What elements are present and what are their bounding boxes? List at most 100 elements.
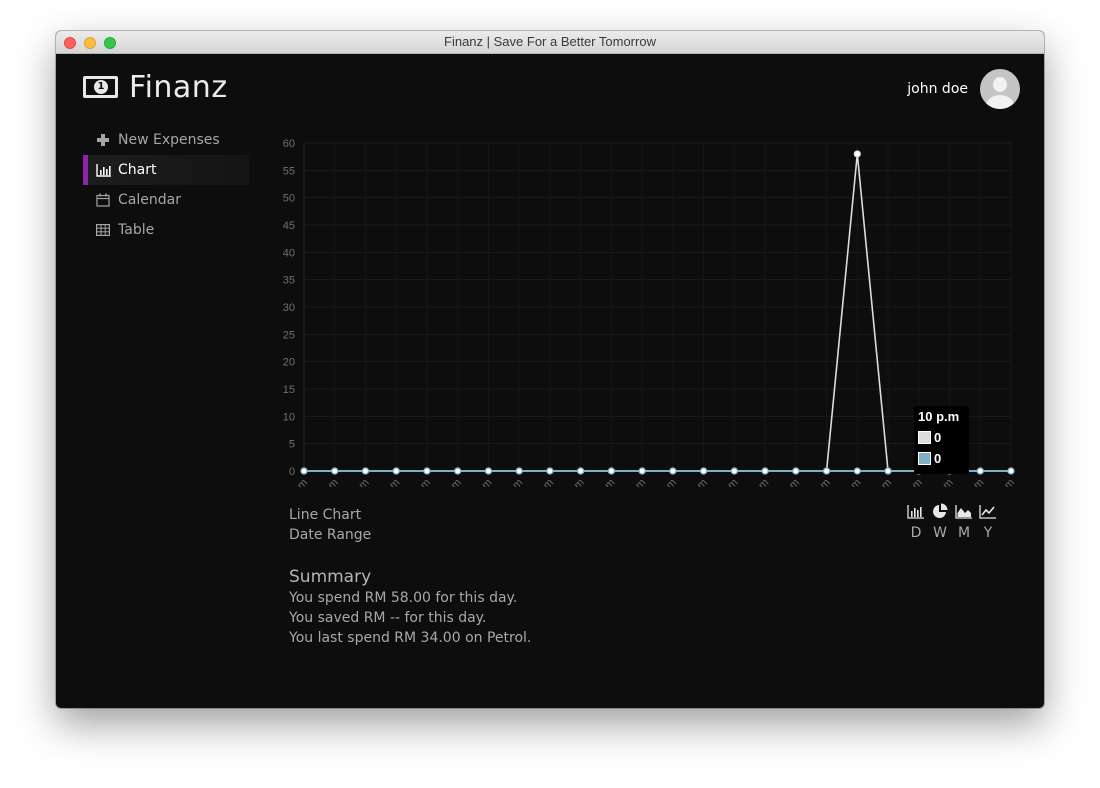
sidebar-item-chart[interactable]: Chart (83, 155, 249, 185)
sidebar: New Expenses Chart Calendar Table (83, 125, 249, 245)
y-tick-label: 45 (283, 220, 295, 232)
data-point (577, 467, 585, 475)
data-point (546, 467, 554, 475)
data-point (761, 467, 769, 475)
data-point (638, 467, 646, 475)
app-name: Finanz (129, 69, 228, 105)
summary-spend: You spend RM 58.00 for this day. (289, 590, 518, 606)
x-tick-label: 4 a.m (405, 477, 433, 487)
minimize-window-button[interactable] (84, 37, 96, 49)
chart-info: Line Chart Date Range (289, 505, 371, 545)
tooltip-value: 0 (934, 451, 942, 466)
x-tick-label: 1 a.m (313, 477, 341, 487)
data-point (1007, 467, 1015, 475)
x-tick-label: 5 p.m (805, 477, 833, 487)
data-point (792, 467, 800, 475)
app-window: Finanz | Save For a Better Tomorrow 1 Fi… (56, 31, 1044, 708)
x-tick-label: 8 a.m (528, 477, 556, 487)
sidebar-item-new-expenses[interactable]: New Expenses (83, 125, 249, 155)
range-day-button[interactable]: D (904, 525, 928, 541)
data-point (884, 467, 892, 475)
x-tick-label: 6 p.m (835, 477, 863, 487)
data-point (853, 150, 861, 158)
area-chart-icon[interactable] (952, 502, 976, 520)
x-tick-label: 9 a.m (559, 477, 587, 487)
sidebar-item-table[interactable]: Table (83, 215, 249, 245)
x-tick-label: 9 p.m (928, 477, 956, 487)
bar-chart-icon[interactable] (904, 502, 928, 520)
calendar-icon (96, 193, 110, 207)
maximize-window-button[interactable] (104, 37, 116, 49)
x-tick-label: 4 p.m (774, 477, 802, 487)
x-tick-label: 2 a.m (344, 477, 372, 487)
y-tick-label: 55 (283, 165, 295, 177)
tooltip-swatch (918, 452, 931, 465)
avatar[interactable] (980, 69, 1020, 109)
date-range-label: Date Range (289, 527, 372, 543)
x-tick-label: 1 p.m (682, 477, 710, 487)
table-icon (96, 223, 111, 237)
range-year-button[interactable]: Y (976, 525, 1000, 541)
x-tick-label: 10 p.m (954, 477, 986, 487)
x-tick-label: 10 a.m (585, 477, 617, 487)
tooltip-row: 0 (918, 427, 965, 448)
bar-chart-icon (96, 163, 111, 177)
x-tick-label: 2 p.m (713, 477, 741, 487)
user-menu[interactable]: john doe (907, 69, 1020, 109)
sidebar-item-label: Calendar (118, 192, 181, 208)
data-point (730, 467, 738, 475)
data-point (976, 467, 984, 475)
x-tick-label: 3 a.m (374, 477, 402, 487)
title-bar: Finanz | Save For a Better Tomorrow (56, 31, 1044, 54)
y-tick-label: 40 (283, 247, 295, 259)
chart-type-selector (904, 502, 1000, 520)
tooltip-value: 0 (934, 430, 942, 445)
chart-type-label: Line Chart (289, 507, 362, 523)
x-tick-label: 3 p.m (743, 477, 771, 487)
x-tick-label: 11 p.m (985, 477, 1017, 487)
data-point (331, 467, 339, 475)
sidebar-item-label: New Expenses (118, 132, 220, 148)
data-point (392, 467, 400, 475)
range-month-button[interactable]: M (952, 525, 976, 541)
x-tick-label: 11 a.m (617, 477, 649, 487)
x-tick-label: 5 a.m (436, 477, 464, 487)
money-bill-icon: 1 (83, 76, 118, 98)
pie-chart-icon[interactable] (928, 502, 952, 520)
sidebar-item-label: Chart (118, 162, 157, 178)
plus-icon (96, 133, 110, 147)
data-point (300, 467, 308, 475)
y-tick-label: 5 (289, 439, 295, 451)
data-point (607, 467, 615, 475)
chart-tooltip: 10 p.m 0 0 (914, 406, 969, 474)
tooltip-row: 0 (918, 448, 965, 469)
y-tick-label: 10 (283, 411, 295, 423)
y-tick-label: 15 (283, 384, 295, 396)
data-point (700, 467, 708, 475)
x-tick-label: 12 p.m (647, 477, 679, 487)
x-tick-label: 6 a.m (467, 477, 495, 487)
y-tick-label: 0 (289, 466, 295, 478)
summary-saved: You saved RM -- for this day. (289, 610, 487, 626)
data-point (853, 467, 861, 475)
range-week-button[interactable]: W (928, 525, 952, 541)
summary-last-spend: You last spend RM 34.00 on Petrol. (289, 630, 532, 646)
x-tick-label: 12 a.m (278, 477, 310, 487)
y-tick-label: 60 (283, 138, 295, 150)
sidebar-item-calendar[interactable]: Calendar (83, 185, 249, 215)
data-point (669, 467, 677, 475)
data-point (515, 467, 523, 475)
close-window-button[interactable] (64, 37, 76, 49)
expense-line-chart[interactable]: 0 5 10 15 20 25 30 35 40 45 50 55 60 12 a.m1 a.m2 a.m… (278, 127, 1022, 487)
data-point (822, 467, 831, 475)
data-point (484, 467, 493, 475)
date-range-selector: D W M Y (904, 525, 1000, 541)
line-chart-icon[interactable] (976, 502, 1000, 520)
app-logo[interactable]: 1 Finanz (83, 69, 228, 105)
series-line (304, 153, 1011, 472)
window-title: Finanz | Save For a Better Tomorrow (444, 34, 656, 49)
y-tick-label: 20 (283, 357, 295, 369)
data-point (454, 467, 462, 475)
y-tick-label: 35 (283, 275, 295, 287)
y-tick-label: 25 (283, 329, 295, 341)
